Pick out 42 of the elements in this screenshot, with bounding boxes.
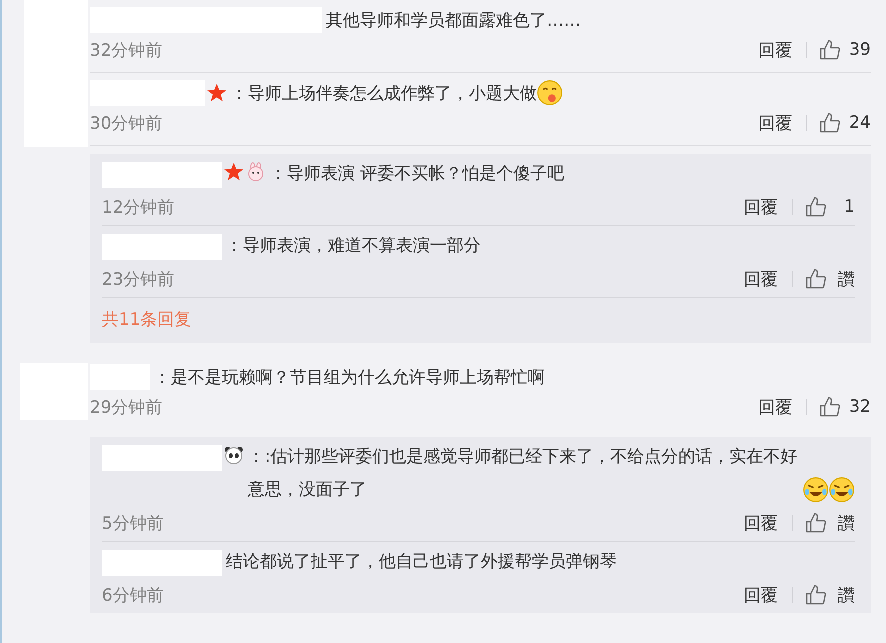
comment-text: ：是不是玩赖啊？节目组为什么允许导师上场帮忙啊 <box>154 366 545 388</box>
reply-link[interactable]: 回覆 <box>744 196 778 218</box>
thumbs-up-icon[interactable] <box>805 512 827 534</box>
reply-link[interactable]: 回覆 <box>744 268 778 290</box>
reply-link[interactable]: 回覆 <box>758 112 792 134</box>
reply-link[interactable]: 回覆 <box>758 38 792 62</box>
timestamp: 23分钟前 <box>102 268 176 290</box>
thumbs-up-icon[interactable] <box>805 196 827 218</box>
thumbs-up-icon[interactable] <box>819 39 842 61</box>
reply-link[interactable]: 回覆 <box>744 584 778 606</box>
panda-icon <box>224 445 244 465</box>
rabbit-icon <box>246 162 266 182</box>
emoji-face-icon <box>537 80 563 106</box>
timestamp: 6分钟前 <box>102 584 165 606</box>
comment-text: ：导师上场伴奏怎么成作弊了，小题大做 <box>231 82 537 104</box>
like-count: 39 <box>849 40 871 60</box>
like-count: 讚 <box>837 584 855 606</box>
thumbs-up-icon[interactable] <box>805 268 827 290</box>
thumbs-up-icon[interactable] <box>805 584 827 606</box>
comment-text: 结论都说了扯平了，他自己也请了外援帮学员弹钢琴 <box>226 551 617 574</box>
timestamp: 29分钟前 <box>90 396 164 418</box>
timestamp: 5分钟前 <box>102 512 165 534</box>
comment-text: ：导师表演，难道不算表演一部分 <box>226 235 481 258</box>
timestamp: 30分钟前 <box>90 112 164 134</box>
reply-link[interactable]: 回覆 <box>744 512 778 534</box>
timestamp: 32分钟前 <box>90 40 164 62</box>
reply-link[interactable]: 回覆 <box>758 396 792 418</box>
comment-text: ：导师表演 评委不买帐？怕是个傻子吧 <box>270 163 564 186</box>
like-count: 讚 <box>837 268 855 290</box>
comment-text: 其他导师和学员都面露难色了…… <box>326 10 581 32</box>
timestamp: 12分钟前 <box>102 196 176 218</box>
laughing-emoji-icon <box>803 477 829 503</box>
thumbs-up-icon[interactable] <box>819 112 842 134</box>
like-count: 1 <box>843 197 855 217</box>
like-count: 24 <box>849 113 871 133</box>
like-count: 32 <box>849 397 871 417</box>
comment-text: ：:估计那些评委们也是感觉导师都已经下来了，不给点分的话，实在不好意思，没面子了 <box>248 446 799 502</box>
star-icon <box>207 83 227 103</box>
laughing-emoji-icon <box>829 477 855 503</box>
like-count: 讚 <box>837 512 855 534</box>
star-icon <box>224 162 244 182</box>
thumbs-up-icon[interactable] <box>819 396 842 418</box>
